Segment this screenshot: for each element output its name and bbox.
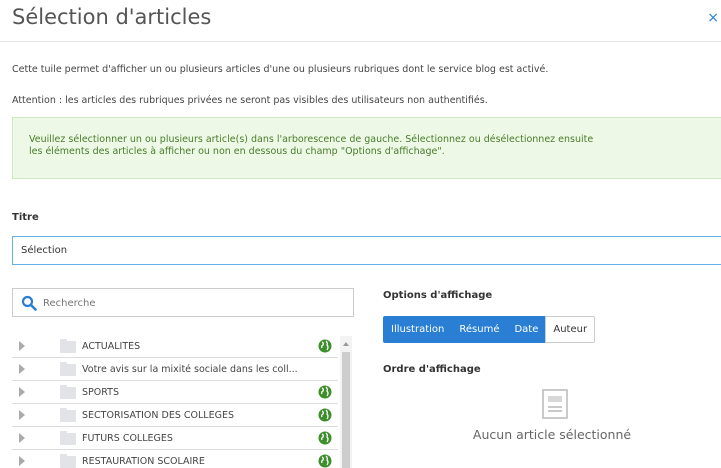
tree-row-restauration[interactable]: RESTAURATION SCOLAIRE [12,451,338,468]
intro-warning: Attention : les articles des rubriques p… [12,95,488,106]
page-title: Sélection d'articles [12,5,212,29]
tree-item-label: ACTUALITÉS [82,341,141,352]
expand-arrow-icon[interactable] [19,387,25,397]
search-box [12,288,354,317]
alert-line-1: Veuillez sélectionner un ou plusieurs ar… [29,134,594,145]
option-auteur-button[interactable]: Auteur [545,316,596,343]
tree-scrollbar[interactable] [340,336,352,468]
tree-item-label: FUTURS COLLÈGES [82,433,173,444]
tree-row-votre-avis[interactable]: Votre avis sur la mixité sociale dans le… [12,359,338,381]
modal-header: Sélection d'articles × [0,0,721,42]
globe-icon [318,408,332,422]
empty-selection-message: Aucun article sélectionné [472,427,632,442]
folder-icon [60,454,76,468]
titre-input[interactable] [12,236,721,265]
tree-row-actualites[interactable]: ACTUALITÉS [12,336,338,358]
alert-line-2: les éléments des articles à afficher ou … [29,146,445,157]
tree-row-futurs-colleges[interactable]: FUTURS COLLÈGES [12,428,338,450]
expand-arrow-icon[interactable] [19,364,25,374]
expand-arrow-icon[interactable] [19,433,25,443]
folder-icon [60,385,76,399]
display-options-group: Illustration Résumé Date Auteur [383,316,596,343]
scroll-thumb[interactable] [342,352,350,468]
folder-icon [60,431,76,445]
intro-description: Cette tuile permet d'afficher un ou plus… [12,64,549,75]
document-icon [542,389,568,419]
search-input[interactable] [43,292,343,314]
globe-icon [318,454,332,468]
option-date-button[interactable]: Date [506,316,547,343]
search-icon [21,295,37,311]
tree-item-label: SECTORISATION DES COLLÈGES [82,410,234,421]
expand-arrow-icon[interactable] [19,341,25,351]
option-illustration-button[interactable]: Illustration [383,316,453,343]
folder-icon [60,339,76,353]
tree-row-sports[interactable]: SPORTS [12,382,338,404]
tree-row-sectorisation[interactable]: SECTORISATION DES COLLÈGES [12,405,338,427]
titre-label: Titre [12,212,39,223]
tree-item-label: Votre avis sur la mixité sociale dans le… [82,364,298,375]
folder-icon [60,362,76,376]
display-order-label: Ordre d'affichage [383,364,481,375]
close-icon[interactable]: × [707,10,719,26]
option-resume-button[interactable]: Résumé [451,316,508,343]
info-alert: Veuillez sélectionner un ou plusieurs ar… [12,117,721,179]
tree-item-label: SPORTS [82,387,119,398]
globe-icon [318,385,332,399]
article-tree: ACTUALITÉS Votre avis sur la mixité soci… [12,336,354,468]
expand-arrow-icon[interactable] [19,410,25,420]
expand-arrow-icon[interactable] [19,456,25,466]
globe-icon [318,431,332,445]
display-options-label: Options d'affichage [383,290,493,301]
scroll-up-icon[interactable] [343,342,349,346]
tree-item-label: RESTAURATION SCOLAIRE [82,456,205,467]
folder-icon [60,408,76,422]
globe-icon [318,339,332,353]
